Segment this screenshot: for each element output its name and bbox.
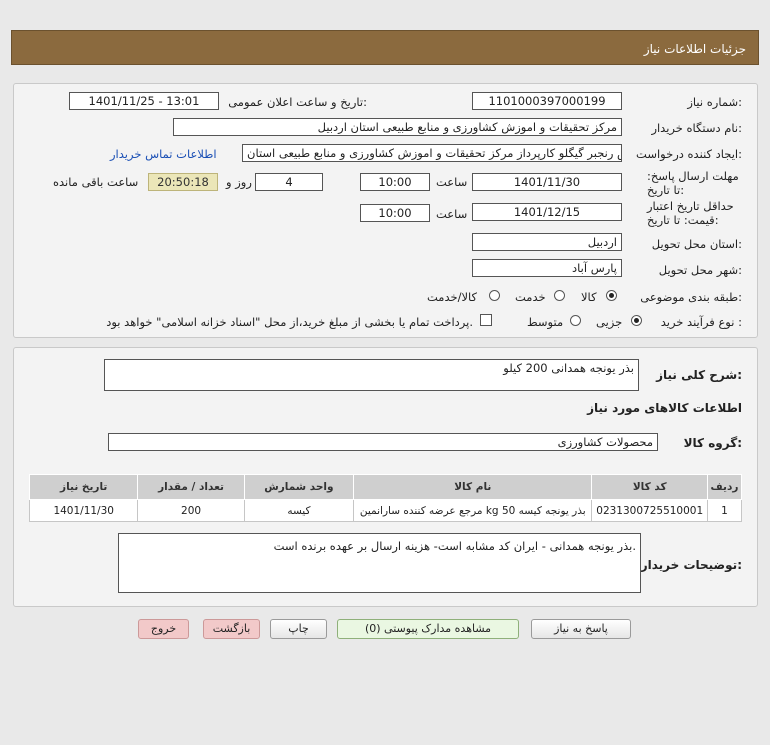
- buyer-contact-link[interactable]: اطلاعات تماس خریدار: [110, 147, 217, 161]
- category-option-service: خدمت: [515, 290, 546, 304]
- reply-time-field: 10:00: [360, 173, 430, 191]
- col-unit: واحد شمارش: [243, 474, 355, 500]
- reply-button[interactable]: پاسخ به نیاز: [531, 619, 631, 639]
- reply-time-label: ساعت: [436, 175, 468, 189]
- page-header: جزئیات اطلاعات نیاز: [11, 30, 759, 65]
- category-radio-goods[interactable]: [606, 290, 617, 301]
- process-option-minor: جزیی: [596, 315, 623, 329]
- remaining-time-field: 20:50:18: [148, 173, 218, 191]
- table-row: 1 0231300725510001 بذر یونجه کیسه 50 kg …: [28, 499, 743, 522]
- creator-field: فیاض رنجبر گیگلو کارپرداز مرکز تحقیقات و…: [242, 144, 622, 162]
- process-label: نوع فرآیند خرید :: [660, 315, 742, 329]
- buyer-notes-label: توضیحات خریدار:: [640, 558, 742, 572]
- summary-label: شرح کلی نیاز:: [656, 368, 742, 382]
- process-radio-medium[interactable]: [570, 315, 581, 326]
- announce-label: تاریخ و ساعت اعلان عمومی:: [228, 95, 367, 109]
- province-label: استان محل تحویل:: [651, 237, 742, 251]
- validity-time-label: ساعت: [436, 207, 468, 221]
- back-button[interactable]: بازگشت: [203, 619, 260, 639]
- announce-field: 1401/11/25 - 13:01: [69, 92, 219, 110]
- col-date: تاریخ نیاز: [28, 474, 139, 500]
- city-label: شهر محل تحویل:: [658, 263, 742, 277]
- cell-unit: کیسه: [243, 499, 355, 522]
- validity-label: حداقل تاریخ اعتبار قیمت: تا تاریخ:: [647, 199, 734, 227]
- goods-group-label: گروه کالا:: [683, 436, 742, 450]
- exit-button[interactable]: خروج: [138, 619, 189, 639]
- days-field: 4: [255, 173, 323, 191]
- cell-date: 1401/11/30: [28, 499, 139, 522]
- category-radio-service[interactable]: [554, 290, 565, 301]
- attachments-button[interactable]: مشاهده مدارک پیوستی (0): [337, 619, 519, 639]
- buyer-notes-field: بذر یونجه همدانی - ایران کد مشابه است- ه…: [118, 533, 641, 593]
- province-field: اردبیل: [472, 233, 622, 251]
- validity-time-field: 10:00: [360, 204, 430, 222]
- category-label: طبقه بندی موضوعی:: [640, 290, 742, 304]
- category-radio-goods-service[interactable]: [489, 290, 500, 301]
- process-radio-minor[interactable]: [631, 315, 642, 326]
- reply-deadline-label: مهلت ارسال پاسخ: تا تاریخ:: [647, 169, 739, 197]
- cell-row: 1: [706, 499, 743, 522]
- cell-name: بذر یونجه کیسه 50 kg مرجع عرضه کننده سار…: [353, 499, 593, 522]
- city-field: پارس آباد: [472, 259, 622, 277]
- goods-table-wrap: ردیف کد کالا نام کالا واحد شمارش تعداد /…: [28, 474, 743, 522]
- buyer-org-label: نام دستگاه خریدار:: [651, 121, 742, 135]
- goods-group-field: محصولات کشاورزی: [108, 433, 658, 451]
- goods-section-title: اطلاعات کالاهای مورد نیاز: [587, 401, 742, 415]
- creator-label: ایجاد کننده درخواست:: [636, 147, 742, 161]
- col-name: نام کالا: [353, 474, 593, 500]
- col-qty: تعداد / مقدار: [137, 474, 245, 500]
- goods-table: ردیف کد کالا نام کالا واحد شمارش تعداد /…: [28, 474, 743, 522]
- page-title: جزئیات اطلاعات نیاز: [643, 42, 746, 56]
- cell-qty: 200: [137, 499, 245, 522]
- col-row: ردیف: [706, 474, 743, 500]
- goods-table-header: ردیف کد کالا نام کالا واحد شمارش تعداد /…: [28, 474, 743, 500]
- print-button[interactable]: چاپ: [270, 619, 327, 639]
- days-label: روز و: [226, 175, 252, 189]
- need-number-field: 1101000397000199: [472, 92, 622, 110]
- treasury-payment-checkbox[interactable]: [480, 314, 492, 326]
- category-option-goods: کالا: [581, 290, 597, 304]
- validity-date-field: 1401/12/15: [472, 203, 622, 221]
- col-code: کد کالا: [591, 474, 708, 500]
- cell-code: 0231300725510001: [591, 499, 708, 522]
- summary-field: بذر یونجه همدانی 200 کیلو: [104, 359, 639, 391]
- remaining-time-label: ساعت باقی مانده: [53, 175, 139, 189]
- buyer-org-field: مرکز تحقیقات و اموزش کشاورزی و منابع طبی…: [173, 118, 622, 136]
- category-option-goods-service: کالا/خدمت: [427, 290, 478, 304]
- treasury-payment-note: پرداخت تمام یا بخشی از مبلغ خرید،از محل …: [106, 315, 473, 329]
- need-number-label: شماره نیاز:: [687, 95, 742, 109]
- process-option-medium: متوسط: [527, 315, 564, 329]
- reply-date-field: 1401/11/30: [472, 173, 622, 191]
